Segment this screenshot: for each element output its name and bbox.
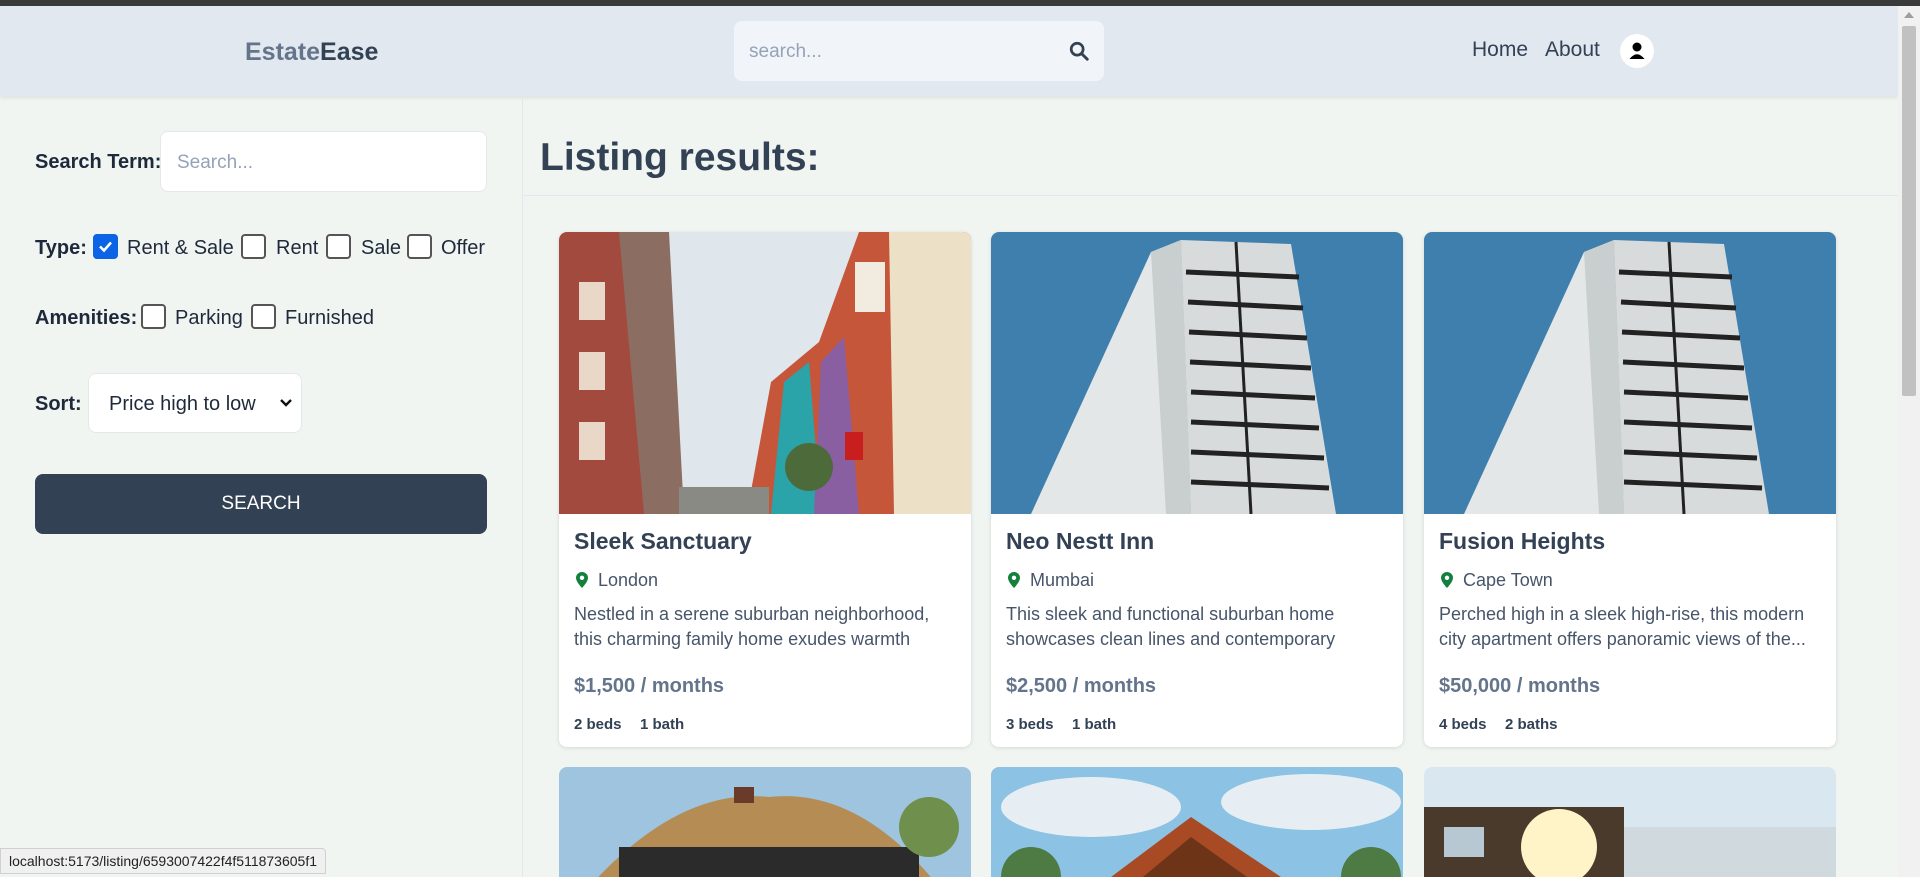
amenity-parking-label: Parking	[175, 307, 243, 329]
listing-price: $2,500 / months	[1006, 675, 1157, 697]
listing-baths: 1 bath	[640, 716, 685, 733]
logo-part-estate: Estate	[245, 38, 321, 66]
type-sale-checkbox[interactable]	[326, 234, 351, 259]
listing-card-partial[interactable]	[559, 767, 971, 877]
location-pin-icon	[576, 572, 588, 588]
listing-card[interactable]: Neo Nestt Inn Mumbai This sleek and func…	[991, 232, 1403, 747]
listing-results: Listing results: Sleek Sanctuary London …	[524, 96, 1898, 877]
search-term-input[interactable]: Search...	[160, 131, 487, 192]
listing-baths: 1 bath	[1072, 716, 1117, 733]
listing-location: Cape Town	[1463, 570, 1553, 590]
listing-card[interactable]: Sleek Sanctuary London Nestled in a sere…	[559, 232, 971, 747]
type-label: Type:	[35, 237, 87, 259]
listing-baths: 2 baths	[1505, 716, 1558, 733]
scroll-up-arrow-icon[interactable]	[1904, 12, 1914, 18]
nav-home-link[interactable]: Home	[1472, 38, 1528, 62]
listing-beds: 2 beds	[574, 716, 622, 733]
link-status-bar: localhost:5173/listing/6593007422f4f5118…	[0, 848, 326, 874]
listing-description: Nestled in a serene suburban neighborhoo…	[574, 604, 930, 649]
check-icon	[99, 241, 112, 253]
listing-card-partial[interactable]	[1424, 767, 1836, 877]
type-rent-checkbox[interactable]	[241, 234, 266, 259]
sort-selected-value: Price high to low	[109, 393, 256, 415]
amenities-label: Amenities:	[35, 307, 138, 329]
search-term-placeholder: Search...	[177, 152, 254, 173]
listing-title[interactable]: Sleek Sanctuary	[574, 528, 752, 555]
amenity-furnished-label: Furnished	[285, 307, 374, 329]
listing-description: This sleek and functional suburban home …	[1006, 604, 1336, 649]
listing-image[interactable]	[559, 232, 971, 514]
type-rent-sale-checkbox[interactable]	[93, 234, 118, 259]
listing-location: London	[598, 570, 659, 590]
search-button[interactable]: SEARCH	[35, 474, 487, 534]
profile-avatar[interactable]	[1620, 34, 1654, 68]
user-icon	[1629, 42, 1645, 59]
location-pin-icon	[1008, 572, 1020, 588]
listing-image[interactable]	[559, 767, 971, 877]
listing-beds: 3 beds	[1006, 716, 1054, 733]
search-icon[interactable]	[1068, 40, 1090, 62]
type-rent-label: Rent	[276, 237, 319, 259]
sort-label: Sort:	[35, 393, 82, 415]
listing-card[interactable]: Fusion Heights Cape Town Perched high in…	[1424, 232, 1836, 747]
location-pin-icon	[1441, 572, 1453, 588]
listing-title[interactable]: Neo Nestt Inn	[1006, 528, 1154, 555]
search-term-label: Search Term:	[35, 151, 162, 173]
type-offer-checkbox[interactable]	[407, 234, 432, 259]
type-sale-label: Sale	[361, 237, 402, 259]
site-header: EstateEase search... Home About	[0, 6, 1898, 96]
nav-about-link[interactable]: About	[1545, 38, 1600, 62]
listing-beds: 4 beds	[1439, 716, 1487, 733]
listing-image[interactable]	[991, 767, 1403, 877]
header-search-input[interactable]: search...	[734, 21, 1104, 81]
title-divider	[524, 195, 1898, 196]
listing-price: $50,000 / months	[1439, 675, 1601, 697]
amenity-furnished-checkbox[interactable]	[251, 304, 276, 329]
sort-select[interactable]: Price high to low	[88, 373, 302, 433]
logo-part-ease: Ease	[320, 38, 379, 66]
page-title: Listing results:	[540, 136, 820, 179]
vertical-scrollbar[interactable]	[1898, 6, 1920, 877]
listing-card-partial[interactable]	[991, 767, 1403, 877]
site-logo[interactable]: EstateEase	[245, 38, 378, 67]
listing-title[interactable]: Fusion Heights	[1439, 528, 1605, 555]
listing-image[interactable]	[1424, 232, 1836, 514]
filter-sidebar: Search Term: Search... Type: Rent & Sale…	[0, 96, 523, 877]
type-offer-label: Offer	[441, 237, 486, 259]
scrollbar-thumb[interactable]	[1902, 26, 1916, 396]
listing-image[interactable]	[1424, 767, 1836, 877]
listing-location: Mumbai	[1030, 570, 1095, 590]
type-rent-sale-label: Rent & Sale	[127, 237, 234, 259]
listing-image[interactable]	[991, 232, 1403, 514]
chevron-down-icon	[280, 399, 292, 407]
header-search-placeholder: search...	[749, 41, 822, 62]
listing-price: $1,500 / months	[574, 675, 725, 697]
amenity-parking-checkbox[interactable]	[141, 304, 166, 329]
listing-description: Perched high in a sleek high-rise, this …	[1439, 604, 1806, 649]
